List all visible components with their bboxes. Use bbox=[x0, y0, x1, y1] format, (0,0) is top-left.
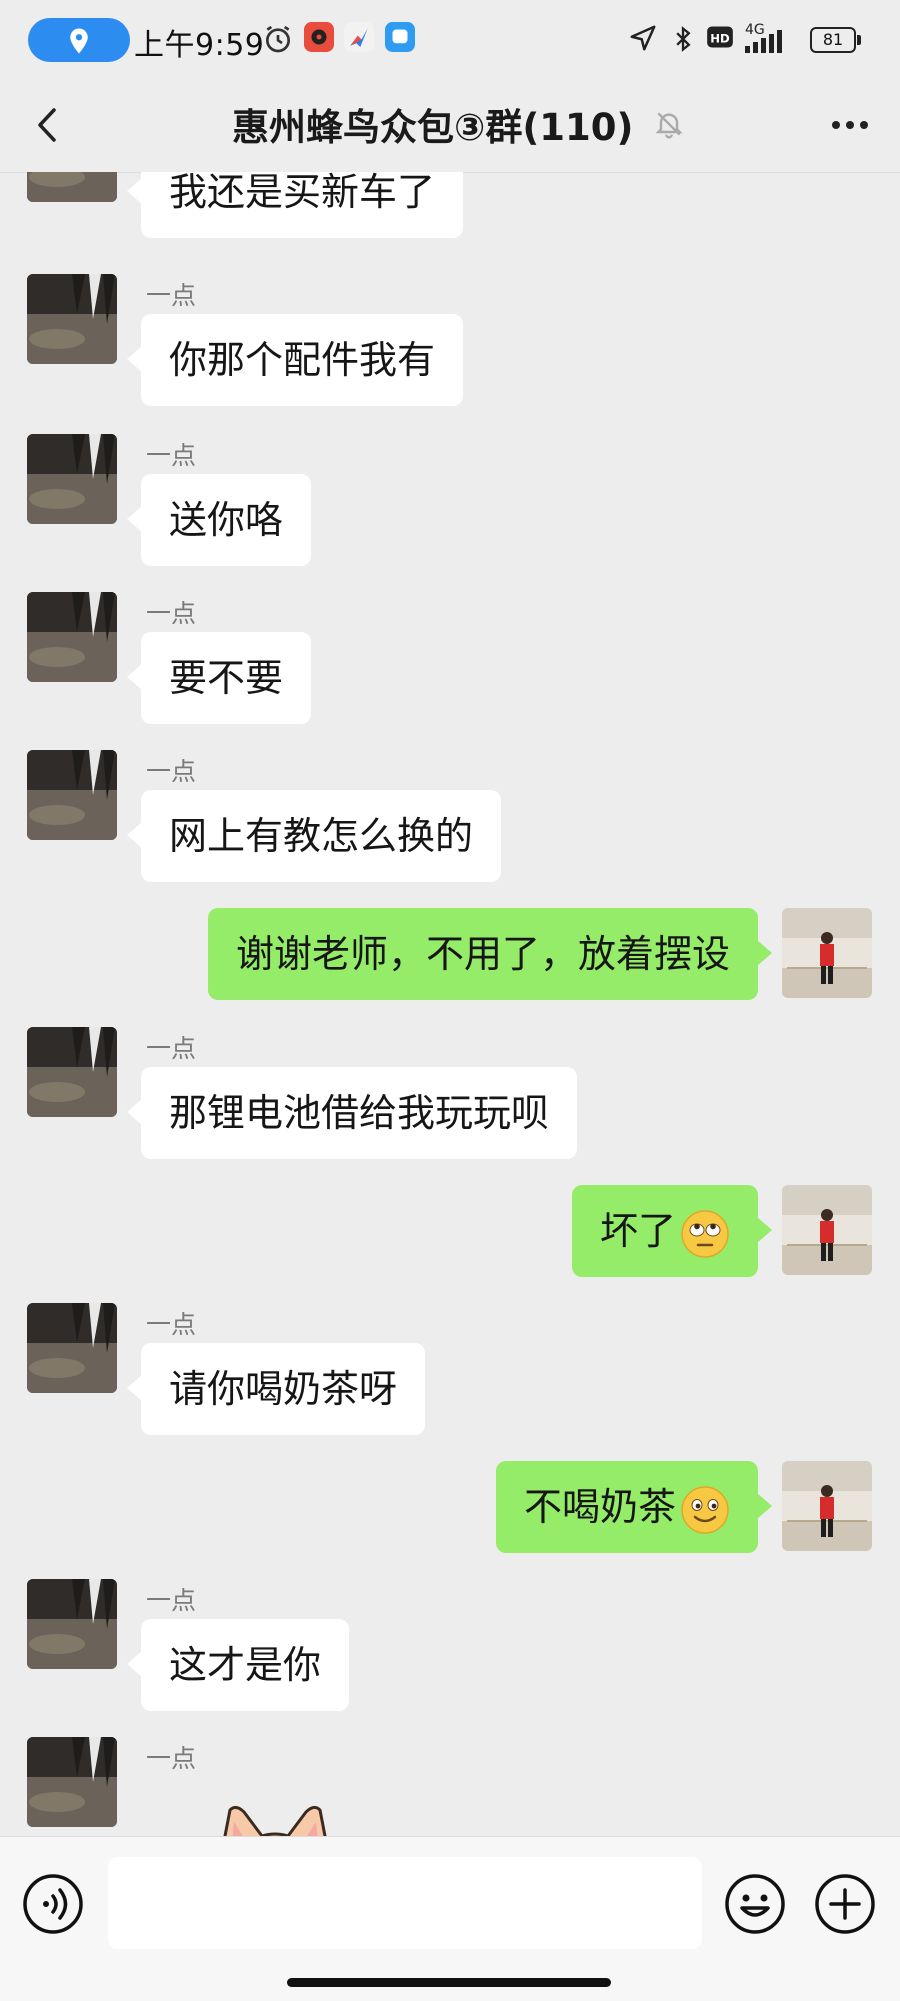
cat-sticker-icon[interactable] bbox=[210, 1802, 340, 1836]
avatar[interactable] bbox=[27, 1303, 117, 1393]
battery-tip bbox=[857, 35, 861, 45]
sender-name: 一点 bbox=[146, 1586, 197, 1615]
sender-name: 一点 bbox=[146, 281, 197, 310]
message-bubble-outgoing[interactable]: 谢谢老师，不用了，放着摆设 bbox=[207, 908, 773, 1000]
input-bar bbox=[0, 1836, 900, 2001]
signal-icon bbox=[745, 30, 782, 53]
location-arrow-icon bbox=[630, 25, 656, 51]
avatar-image bbox=[782, 908, 872, 998]
message-text: 坏了 bbox=[599, 1209, 676, 1253]
plus-icon[interactable] bbox=[814, 1873, 876, 1935]
message-bubble[interactable]: 那锂电池借给我玩玩呗 bbox=[126, 1067, 578, 1159]
message-bubble-outgoing[interactable]: 不喝奶茶 bbox=[495, 1461, 773, 1553]
more-icon[interactable] bbox=[820, 105, 880, 145]
home-indicator[interactable] bbox=[287, 1978, 611, 1987]
message-bubble[interactable]: 要不要 bbox=[126, 632, 312, 724]
message-app-icon bbox=[385, 22, 415, 52]
avatar[interactable] bbox=[27, 172, 117, 202]
status-time: 上午9:59 bbox=[134, 28, 265, 63]
page-title: 惠州蜂鸟众包③群(110) bbox=[232, 106, 634, 149]
title-wrap: 惠州蜂鸟众包③群(110) bbox=[232, 94, 685, 154]
location-icon bbox=[70, 28, 88, 54]
message-bubble[interactable]: 请你喝奶茶呀 bbox=[126, 1343, 426, 1435]
browser-app-icon bbox=[344, 22, 374, 52]
message-text: 不喝奶茶 bbox=[523, 1485, 676, 1529]
sender-name: 一点 bbox=[146, 757, 197, 786]
avatar-image bbox=[27, 1579, 117, 1669]
voice-icon[interactable] bbox=[22, 1873, 84, 1935]
my-avatar[interactable] bbox=[782, 1461, 872, 1551]
my-avatar[interactable] bbox=[782, 1185, 872, 1275]
svg-text:HD: HD bbox=[710, 31, 730, 45]
message-bubble[interactable]: 你那个配件我有 bbox=[126, 314, 464, 406]
my-avatar[interactable] bbox=[782, 908, 872, 998]
avatar[interactable] bbox=[27, 750, 117, 840]
message-bubble[interactable]: 送你咯 bbox=[126, 474, 312, 566]
avatar[interactable] bbox=[27, 1737, 117, 1827]
avatar[interactable] bbox=[27, 274, 117, 364]
avatar-image bbox=[27, 172, 117, 202]
avatar-image bbox=[782, 1461, 872, 1551]
message-input[interactable] bbox=[108, 1857, 702, 1949]
message-bubble[interactable]: 网上有教怎么换的 bbox=[126, 790, 502, 882]
chat-header: 惠州蜂鸟众包③群(110) bbox=[0, 80, 900, 173]
message-bubble[interactable]: 我还是买新车了 bbox=[126, 172, 464, 238]
avatar[interactable] bbox=[27, 1027, 117, 1117]
hd-icon: HD bbox=[707, 26, 733, 48]
avatar[interactable] bbox=[27, 592, 117, 682]
alarm-icon bbox=[266, 25, 290, 53]
status-bar: 上午9:59 HD 4G 81 bbox=[0, 0, 900, 80]
avatar-image bbox=[27, 1737, 117, 1827]
sender-name: 一点 bbox=[146, 1034, 197, 1063]
eye-roll-emoji-icon bbox=[681, 1209, 729, 1258]
avatar-image bbox=[27, 1303, 117, 1393]
bluetooth-icon bbox=[676, 26, 691, 52]
avatar-image bbox=[27, 592, 117, 682]
battery-icon: 81 bbox=[810, 27, 856, 53]
avatar[interactable] bbox=[27, 434, 117, 524]
avatar[interactable] bbox=[27, 1579, 117, 1669]
message-list[interactable]: 我还是买新车了 一点 你那个配件我有 一点 送你咯 一点 要不要 一点 网上有教… bbox=[0, 172, 900, 1836]
sender-name: 一点 bbox=[146, 1744, 197, 1773]
avatar-image bbox=[782, 1185, 872, 1275]
mute-bell-icon bbox=[655, 112, 683, 139]
smile-emoji-icon bbox=[681, 1485, 729, 1534]
sender-name: 一点 bbox=[146, 1310, 197, 1339]
message-bubble-outgoing[interactable]: 坏了 bbox=[571, 1185, 773, 1277]
message-bubble[interactable]: 这才是你 bbox=[126, 1619, 350, 1711]
avatar-image bbox=[27, 434, 117, 524]
avatar-image bbox=[27, 750, 117, 840]
back-icon[interactable] bbox=[22, 100, 72, 150]
emoji-icon[interactable] bbox=[724, 1873, 786, 1935]
sender-name: 一点 bbox=[146, 599, 197, 628]
sender-name: 一点 bbox=[146, 441, 197, 470]
location-pill[interactable] bbox=[28, 18, 130, 62]
music-app-icon bbox=[304, 22, 334, 52]
avatar-image bbox=[27, 1027, 117, 1117]
avatar-image bbox=[27, 274, 117, 364]
